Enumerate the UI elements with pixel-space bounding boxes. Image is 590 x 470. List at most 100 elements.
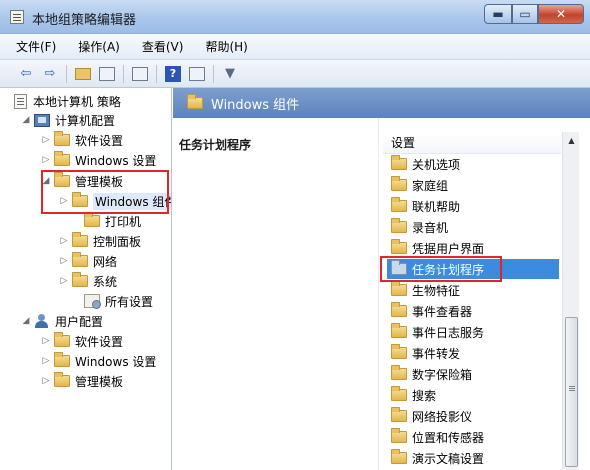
tree-node-uc-admin-templates[interactable]: ▷ 管理模板 bbox=[40, 371, 123, 391]
tree-node-cc-admin-templates[interactable]: ◢ 管理模板 bbox=[40, 171, 123, 191]
toolbar-separator bbox=[213, 64, 214, 83]
pane-divider[interactable] bbox=[378, 118, 379, 470]
title-bar[interactable]: 本地组策略编辑器 ▬ ▭ ✕ bbox=[0, 0, 590, 34]
minimize-button[interactable]: ▬ bbox=[484, 4, 512, 24]
list-item[interactable]: 网络投影仪 bbox=[387, 406, 559, 426]
tree-node-computer-config[interactable]: ◢ 计算机配置 bbox=[20, 110, 115, 130]
list-item[interactable]: 事件查看器 bbox=[387, 301, 559, 321]
computer-icon bbox=[34, 113, 50, 127]
collapsed-arrow-icon[interactable]: ▷ bbox=[40, 155, 52, 165]
folder-icon bbox=[72, 272, 88, 287]
collapsed-arrow-icon[interactable]: ▷ bbox=[58, 236, 70, 246]
folder-icon bbox=[391, 281, 407, 296]
back-button[interactable]: ⇦ bbox=[16, 64, 36, 84]
folder-icon bbox=[391, 428, 407, 443]
expanded-arrow-icon[interactable]: ◢ bbox=[20, 316, 32, 326]
collapsed-arrow-icon[interactable]: ▷ bbox=[40, 376, 52, 386]
list-item[interactable]: 家庭组 bbox=[387, 175, 559, 195]
toolbar-separator bbox=[123, 64, 124, 83]
folder-icon bbox=[391, 260, 407, 275]
properties-button[interactable] bbox=[187, 64, 207, 84]
export-list-button[interactable] bbox=[130, 64, 150, 84]
back-arrow-icon: ⇦ bbox=[20, 66, 32, 81]
folder-icon bbox=[72, 232, 88, 247]
menu-action[interactable]: 操作(A) bbox=[78, 38, 120, 55]
list-item[interactable]: 凭据用户界面 bbox=[387, 238, 559, 258]
properties-icon bbox=[189, 66, 205, 81]
list-item[interactable]: 搜索 bbox=[387, 385, 559, 405]
folder-icon bbox=[72, 192, 88, 207]
filter-button[interactable]: ▼ bbox=[220, 64, 240, 84]
selected-item-title: 任务计划程序 bbox=[179, 138, 252, 152]
folder-icon bbox=[391, 218, 407, 233]
tree-node-root[interactable]: 本地计算机 策略 bbox=[12, 91, 121, 111]
folder-icon bbox=[54, 151, 70, 166]
folder-icon bbox=[391, 386, 407, 401]
folder-icon bbox=[54, 372, 70, 387]
console-tree-icon bbox=[99, 66, 115, 81]
expanded-arrow-icon[interactable]: ◢ bbox=[40, 176, 52, 186]
list-item[interactable]: 联机帮助 bbox=[387, 196, 559, 216]
list-item-selected[interactable]: 任务计划程序 bbox=[387, 259, 559, 279]
tree-node-printers[interactable]: 打印机 bbox=[70, 211, 141, 231]
scrollbar-thumb[interactable] bbox=[565, 317, 578, 467]
console-tree[interactable]: 本地计算机 策略 ◢ 计算机配置 ▷ 软件设置 ▷ Windows 设置 ◢ 管… bbox=[10, 88, 172, 470]
scroll-up-button[interactable]: ▲ bbox=[563, 132, 580, 148]
folder-open-icon bbox=[54, 172, 70, 187]
menu-view[interactable]: 查看(V) bbox=[142, 38, 184, 55]
folder-icon bbox=[391, 197, 407, 212]
list-item[interactable]: 演示文稿设置 bbox=[387, 448, 559, 468]
collapsed-arrow-icon[interactable]: ▷ bbox=[40, 135, 52, 145]
menu-file[interactable]: 文件(F) bbox=[16, 38, 56, 55]
details-header-title: Windows 组件 bbox=[211, 97, 300, 113]
list-item[interactable]: 事件日志服务 bbox=[387, 322, 559, 342]
folder-icon bbox=[72, 252, 88, 267]
tree-node-control-panel[interactable]: ▷ 控制面板 bbox=[58, 231, 141, 251]
folder-icon bbox=[391, 365, 407, 380]
folder-icon bbox=[391, 239, 407, 254]
menu-help[interactable]: 帮助(H) bbox=[205, 38, 247, 55]
close-button[interactable]: ✕ bbox=[538, 4, 584, 24]
all-settings-icon bbox=[84, 294, 101, 309]
list-item[interactable]: 数字保险箱 bbox=[387, 364, 559, 384]
list-item[interactable]: 生物特征 bbox=[387, 280, 559, 300]
folder-icon bbox=[84, 212, 100, 227]
collapsed-arrow-icon[interactable]: ▷ bbox=[40, 356, 52, 366]
folder-icon bbox=[187, 94, 203, 109]
list-item[interactable]: 关机选项 bbox=[387, 154, 559, 174]
collapsed-arrow-icon[interactable]: ▷ bbox=[58, 256, 70, 266]
up-folder-button[interactable] bbox=[73, 64, 93, 84]
maximize-button[interactable]: ▭ bbox=[512, 4, 538, 24]
folder-icon bbox=[54, 131, 70, 146]
tree-node-uc-windows[interactable]: ▷ Windows 设置 bbox=[40, 351, 156, 371]
tree-node-cc-software[interactable]: ▷ 软件设置 bbox=[40, 130, 123, 150]
folder-icon bbox=[391, 344, 407, 359]
tree-node-all-settings[interactable]: 所有设置 bbox=[70, 291, 153, 311]
list-item[interactable]: 位置和传感器 bbox=[387, 427, 559, 447]
list-item[interactable]: 录音机 bbox=[387, 217, 559, 237]
folder-icon bbox=[391, 323, 407, 338]
collapsed-arrow-icon[interactable]: ▷ bbox=[58, 276, 70, 286]
expanded-arrow-icon[interactable]: ◢ bbox=[20, 115, 32, 125]
tree-node-network[interactable]: ▷ 网络 bbox=[58, 251, 117, 271]
tree-node-uc-software[interactable]: ▷ 软件设置 bbox=[40, 331, 123, 351]
folder-icon bbox=[391, 155, 407, 170]
show-hide-tree-button[interactable] bbox=[97, 64, 117, 84]
collapsed-arrow-icon[interactable]: ▷ bbox=[58, 196, 70, 206]
window-controls: ▬ ▭ ✕ bbox=[484, 4, 584, 24]
tree-node-system[interactable]: ▷ 系统 bbox=[58, 271, 117, 291]
folder-icon bbox=[54, 352, 70, 367]
export-list-icon bbox=[132, 66, 148, 81]
folder-icon bbox=[54, 332, 70, 347]
tree-node-cc-windows[interactable]: ▷ Windows 设置 bbox=[40, 150, 156, 170]
tree-node-user-config[interactable]: ◢ 用户配置 bbox=[20, 311, 103, 331]
help-button[interactable]: ? bbox=[163, 64, 183, 84]
collapsed-arrow-icon[interactable]: ▷ bbox=[40, 336, 52, 346]
list-item[interactable]: 事件转发 bbox=[387, 343, 559, 363]
column-header-settings[interactable]: 设置 bbox=[383, 132, 561, 154]
toolbar-separator bbox=[156, 64, 157, 83]
toolbar: ⇦ ⇨ ? ▼ bbox=[0, 60, 590, 88]
forward-button[interactable]: ⇨ bbox=[40, 64, 60, 84]
vertical-scrollbar[interactable]: ▲ bbox=[562, 132, 579, 470]
tree-node-windows-components[interactable]: ▷ Windows 组件 bbox=[58, 191, 171, 211]
